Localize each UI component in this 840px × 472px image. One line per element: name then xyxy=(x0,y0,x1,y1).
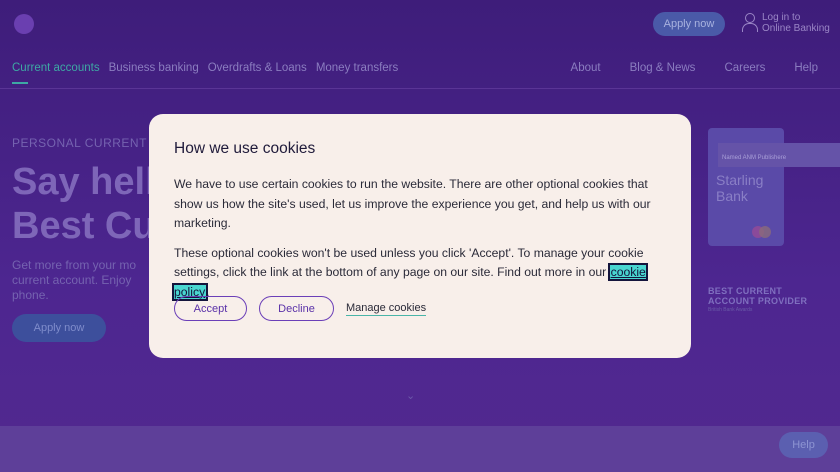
cookie-dialog-title: How we use cookies xyxy=(174,140,316,157)
nav-money-transfers[interactable]: Money transfers xyxy=(316,62,398,74)
user-icon xyxy=(742,12,758,32)
award-line1: BEST CURRENT xyxy=(708,286,783,296)
hero-subtitle-line3: phone. xyxy=(12,288,49,302)
hero-eyebrow: PERSONAL CURRENT A xyxy=(12,136,159,150)
nav-careers[interactable]: Careers xyxy=(724,62,765,74)
login-text: Log in to Online Banking xyxy=(762,12,830,34)
nav-overdrafts-loans[interactable]: Overdrafts & Loans xyxy=(208,62,307,74)
nav-help[interactable]: Help xyxy=(794,62,818,74)
login-line2: Online Banking xyxy=(762,23,830,34)
nav-about[interactable]: About xyxy=(571,62,601,74)
nav-divider xyxy=(0,88,840,89)
cookie-dialog-paragraph-2: These optional cookies won't be used unl… xyxy=(172,244,666,303)
award-subtitle: British Bank Awards xyxy=(708,307,753,313)
help-button[interactable]: Help xyxy=(779,432,828,458)
starling-logo[interactable] xyxy=(14,14,34,34)
award-line2: ACCOUNT PROVIDER xyxy=(708,296,808,306)
cookie-dialog-actions: Accept Decline Manage cookies xyxy=(174,296,427,321)
card-brand-line1: Starling xyxy=(716,172,764,188)
card-brand: Starling Bank xyxy=(716,172,763,204)
award-badge: BEST CURRENT ACCOUNT PROVIDER xyxy=(708,286,807,306)
chevron-down-icon[interactable]: ⌄ xyxy=(406,389,415,402)
hero-subtitle: Get more from your mo current account. E… xyxy=(12,258,172,303)
card-brand-line2: Bank xyxy=(716,188,748,204)
cookie-dialog-paragraph-2-text: These optional cookies won't be used unl… xyxy=(174,245,644,280)
card-tag: Named ANM Publishere xyxy=(718,143,840,167)
accept-button[interactable]: Accept xyxy=(174,296,247,321)
login-link[interactable]: Log in to Online Banking xyxy=(742,12,830,34)
cookie-dialog-paragraph-1: We have to use certain cookies to run th… xyxy=(174,177,651,230)
mastercard-icon xyxy=(752,226,776,238)
hero-subtitle-line2: current account. Enjoy xyxy=(12,273,132,287)
primary-nav: Current accounts Business banking Overdr… xyxy=(12,62,398,74)
cookie-consent-dialog: How we use cookies We have to use certai… xyxy=(149,114,691,358)
nav-blog-news[interactable]: Blog & News xyxy=(630,62,696,74)
nav-current-accounts[interactable]: Current accounts xyxy=(12,62,100,74)
manage-cookies-link[interactable]: Manage cookies xyxy=(346,302,427,316)
footer-bar xyxy=(0,426,840,472)
apply-now-hero-button[interactable]: Apply now xyxy=(12,314,106,342)
nav-active-underline xyxy=(12,82,28,84)
hero-subtitle-line1: Get more from your mo xyxy=(12,258,137,272)
secondary-nav: About Blog & News Careers Help xyxy=(571,62,818,74)
login-line1: Log in to xyxy=(762,12,801,23)
decline-button[interactable]: Decline xyxy=(259,296,334,321)
nav-business-banking[interactable]: Business banking xyxy=(109,62,199,74)
apply-now-header-button[interactable]: Apply now xyxy=(653,12,725,36)
